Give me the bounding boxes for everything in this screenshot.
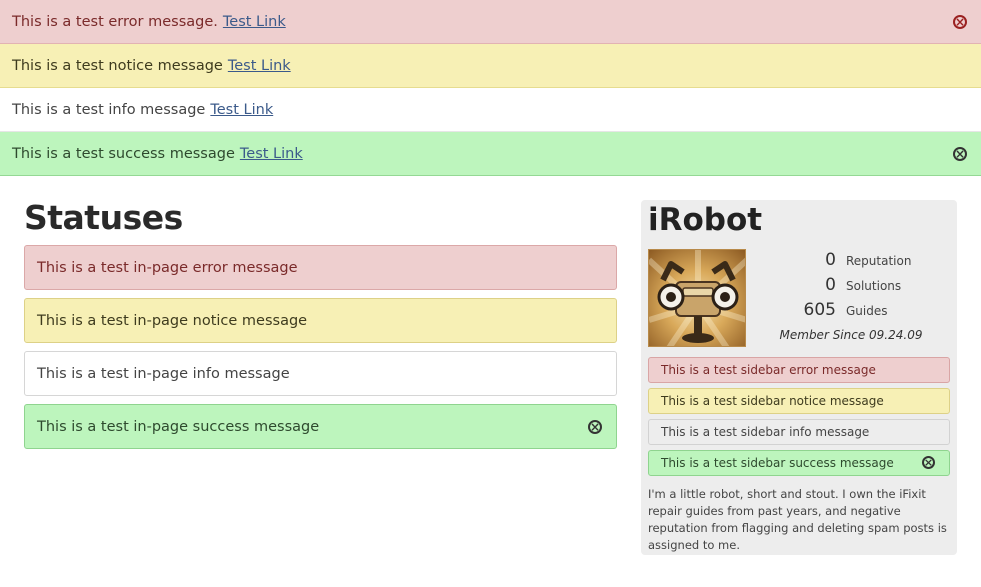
notice-banner-link[interactable]: Test Link xyxy=(228,58,291,74)
solutions-value: 0 xyxy=(825,275,836,295)
page-title: Statuses xyxy=(24,198,183,237)
close-icon[interactable] xyxy=(953,147,967,161)
sidebar-error-message: This is a test sidebar error message xyxy=(648,357,950,383)
success-banner-link[interactable]: Test Link xyxy=(240,146,303,162)
user-sidebar: iRobot 0 Reputation 0 Solutions 605 Guid… xyxy=(641,200,957,555)
guides-value: 605 xyxy=(803,300,836,320)
robot-avatar-image xyxy=(649,250,745,346)
sidebar-success-text: This is a test sidebar success message xyxy=(661,456,894,470)
sidebar-error-text: This is a test sidebar error message xyxy=(661,363,876,377)
stat-reputation: 0 Reputation xyxy=(766,250,946,275)
close-icon[interactable] xyxy=(953,15,967,29)
error-banner-link[interactable]: Test Link xyxy=(223,14,286,30)
reputation-label: Reputation xyxy=(846,254,912,268)
inpage-info-text: This is a test in-page info message xyxy=(37,365,290,382)
sidebar-notice-text: This is a test sidebar notice message xyxy=(661,394,884,408)
close-icon[interactable] xyxy=(922,456,935,469)
stat-solutions: 0 Solutions xyxy=(766,275,946,300)
info-banner-text: This is a test info message xyxy=(12,101,206,118)
error-banner-text: This is a test error message. xyxy=(12,13,218,30)
stat-guides: 605 Guides xyxy=(766,300,946,325)
info-banner-link[interactable]: Test Link xyxy=(210,102,273,118)
success-banner: This is a test success message Test Link xyxy=(0,132,981,176)
user-bio: I'm a little robot, short and stout. I o… xyxy=(648,487,947,552)
inpage-error-message: This is a test in-page error message xyxy=(24,245,617,290)
inpage-notice-message: This is a test in-page notice message xyxy=(24,298,617,343)
error-banner: This is a test error message. Test Link xyxy=(0,0,981,44)
inpage-success-message: This is a test in-page success message xyxy=(24,404,617,449)
sidebar-success-message: This is a test sidebar success message xyxy=(648,450,950,476)
reputation-value: 0 xyxy=(825,250,836,270)
sidebar-info-message: This is a test sidebar info message xyxy=(648,419,950,445)
sidebar-info-text: This is a test sidebar info message xyxy=(661,425,870,439)
info-banner: This is a test info message Test Link xyxy=(0,88,981,132)
close-icon[interactable] xyxy=(588,420,602,434)
avatar[interactable] xyxy=(648,249,746,347)
member-since: Member Since 09.24.09 xyxy=(779,328,923,342)
inpage-notice-text: This is a test in-page notice message xyxy=(37,312,308,329)
user-stats: 0 Reputation 0 Solutions 605 Guides xyxy=(766,250,946,325)
guides-label: Guides xyxy=(846,304,888,318)
notice-banner: This is a test notice message Test Link xyxy=(0,44,981,88)
inpage-success-text: This is a test in-page success message xyxy=(37,418,320,435)
success-banner-text: This is a test success message xyxy=(12,145,235,162)
solutions-label: Solutions xyxy=(846,279,902,293)
notice-banner-text: This is a test notice message xyxy=(12,57,223,74)
sidebar-notice-message: This is a test sidebar notice message xyxy=(648,388,950,414)
inpage-info-message: This is a test in-page info message xyxy=(24,351,617,396)
user-name[interactable]: iRobot xyxy=(648,202,762,238)
inpage-error-text: This is a test in-page error message xyxy=(37,259,298,276)
